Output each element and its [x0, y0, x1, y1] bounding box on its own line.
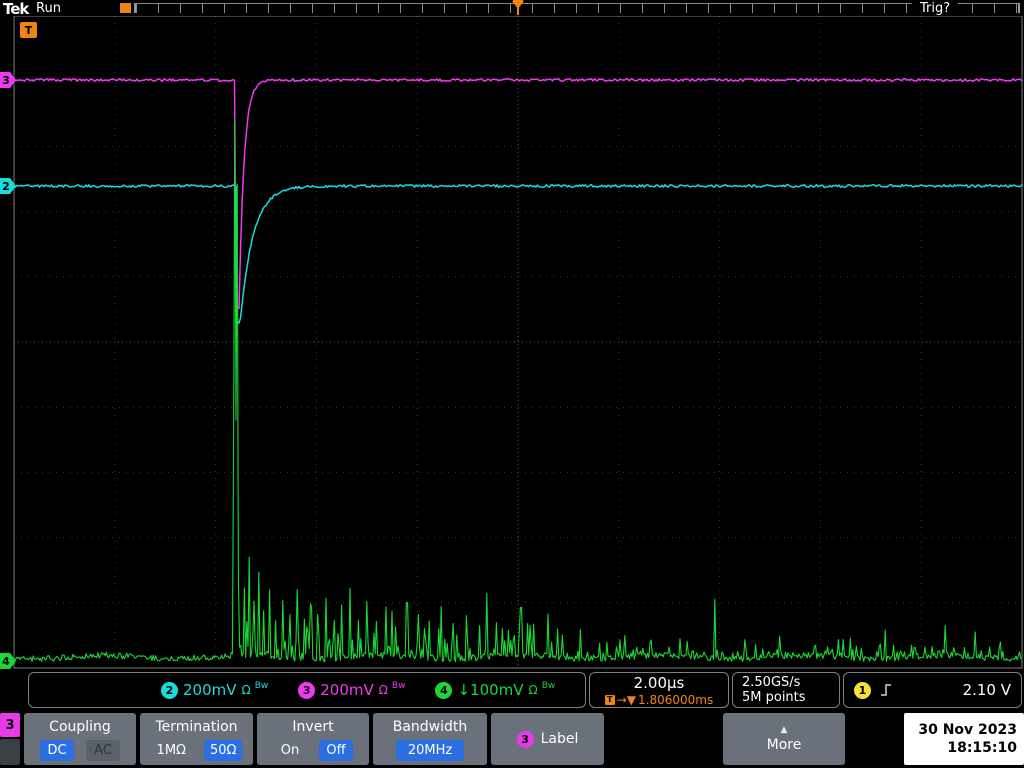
- trigger-status: Trig?: [912, 1, 959, 16]
- label-button[interactable]: 3 Label: [491, 713, 604, 765]
- sample-rate: 2.50GS/s: [742, 675, 801, 690]
- invert-title: Invert: [292, 719, 334, 735]
- trigger-source-badge[interactable]: 1: [854, 681, 871, 699]
- menu-channel-tab-lower: [0, 739, 20, 765]
- termination-1m-option[interactable]: 1MΩ: [151, 740, 192, 761]
- record-start-marker: [120, 3, 131, 13]
- ch4-readout[interactable]: 4 ↓100mV Ω Bw: [435, 681, 555, 699]
- ch3-badge[interactable]: 3: [298, 681, 316, 699]
- termination-button[interactable]: Termination 1MΩ 50Ω: [140, 713, 253, 765]
- trigger-position-stem: [517, 0, 519, 15]
- menu-channel-tab[interactable]: 3: [0, 713, 20, 737]
- trigger-level-flag[interactable]: T: [20, 22, 37, 38]
- ch2-badge[interactable]: 2: [161, 681, 178, 699]
- coupling-title: Coupling: [49, 719, 111, 735]
- ch2-scale: 200mV: [183, 681, 237, 699]
- invert-button[interactable]: Invert On Off: [257, 713, 369, 765]
- time-text: 18:15:10: [947, 740, 1017, 756]
- ch2-impedance: Ω: [241, 683, 251, 697]
- rising-edge-icon: [881, 684, 891, 696]
- ch3-readout[interactable]: 3 200mV Ω Bw: [298, 681, 405, 699]
- trigger-readout[interactable]: 1 2.10 V: [843, 672, 1022, 708]
- coupling-dc-option[interactable]: DC: [40, 740, 74, 761]
- ch4-bandwidth-tag: Bw: [541, 681, 556, 691]
- ch3-bandwidth-tag: Bw: [391, 681, 406, 691]
- oscilloscope-screen: Tek Run Trig? T 3 2 4 2 200mV Ω Bw 3 200…: [0, 0, 1024, 768]
- channel-readouts[interactable]: 2 200mV Ω Bw 3 200mV Ω Bw 4 ↓100mV Ω Bw: [28, 672, 586, 708]
- time-per-div: 2.00µs: [633, 673, 685, 692]
- delay-value: 1.806000ms: [638, 692, 714, 707]
- label-channel-badge: 3: [516, 730, 534, 748]
- invert-off-option[interactable]: Off: [319, 740, 353, 761]
- label-title: Label: [540, 731, 579, 747]
- more-up-arrow-icon: ▲: [780, 725, 788, 735]
- acquisition-status: Run: [36, 1, 61, 16]
- ch2-readout[interactable]: 2 200mV Ω Bw: [161, 681, 268, 699]
- record-length: 5M points: [742, 690, 806, 705]
- horizontal-readout[interactable]: 2.00µs T →▼ 1.806000ms: [589, 672, 729, 708]
- coupling-ac-option[interactable]: AC: [86, 740, 120, 761]
- invert-on-option[interactable]: On: [273, 740, 307, 761]
- delay-trigger-icon: T: [604, 694, 615, 705]
- ch4-impedance: Ω: [528, 683, 538, 697]
- ch4-scale: ↓100mV: [457, 681, 524, 699]
- more-button[interactable]: ▲ More: [723, 713, 845, 765]
- termination-title: Termination: [155, 719, 238, 735]
- delay-arrows-icon: →▼: [616, 692, 637, 707]
- bandwidth-button[interactable]: Bandwidth 20MHz: [373, 713, 487, 765]
- trigger-level-value: 2.10 V: [962, 681, 1011, 699]
- ch4-badge[interactable]: 4: [435, 681, 453, 699]
- ch2-bandwidth-tag: Bw: [254, 681, 269, 691]
- acquisition-readout[interactable]: 2.50GS/s 5M points: [732, 672, 840, 708]
- termination-50-option[interactable]: 50Ω: [203, 740, 243, 761]
- bandwidth-title: Bandwidth: [392, 719, 468, 735]
- channel-menu-bar: 3 Coupling DC AC Termination 1MΩ 50Ω Inv…: [0, 710, 1024, 768]
- tek-logo: Tek: [3, 0, 29, 18]
- record-view-ruler[interactable]: [134, 3, 1020, 13]
- trigger-delay-readout: T →▼ 1.806000ms: [604, 692, 714, 707]
- coupling-button[interactable]: Coupling DC AC: [24, 713, 136, 765]
- ch3-scale: 200mV: [320, 681, 374, 699]
- datetime-display: 30 Nov 2023 18:15:10: [904, 713, 1024, 765]
- ch3-impedance: Ω: [378, 683, 388, 697]
- more-title: More: [766, 737, 802, 753]
- date-text: 30 Nov 2023: [918, 722, 1017, 738]
- bandwidth-value-option[interactable]: 20MHz: [396, 740, 464, 761]
- graticule-and-waveforms: [13, 15, 1023, 669]
